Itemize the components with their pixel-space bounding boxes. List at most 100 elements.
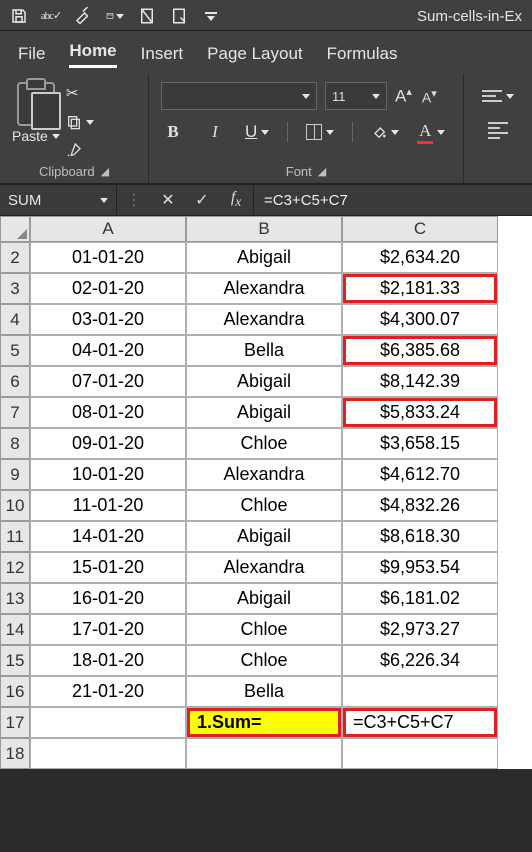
row-header[interactable]: 8 <box>0 428 30 459</box>
tab-home[interactable]: Home <box>69 41 116 68</box>
row-header[interactable]: 17 <box>0 707 30 738</box>
more-icon[interactable]: ⋮ <box>117 190 151 210</box>
format-painter-button[interactable] <box>66 142 94 158</box>
clear-format-icon[interactable] <box>74 7 92 25</box>
cell[interactable]: 08-01-20 <box>30 397 186 428</box>
cell[interactable]: 02-01-20 <box>30 273 186 304</box>
align-left-button[interactable] <box>476 118 520 142</box>
tab-file[interactable]: File <box>18 44 45 68</box>
row-header[interactable]: 10 <box>0 490 30 521</box>
column-header[interactable]: A <box>30 216 186 242</box>
row-header[interactable]: 2 <box>0 242 30 273</box>
cell[interactable]: $4,300.07 <box>342 304 498 335</box>
grow-font-button[interactable]: A▴ <box>395 85 412 107</box>
cell[interactable]: 03-01-20 <box>30 304 186 335</box>
row-header[interactable]: 18 <box>0 738 30 769</box>
row-header[interactable]: 4 <box>0 304 30 335</box>
row-header[interactable]: 7 <box>0 397 30 428</box>
row-header[interactable]: 16 <box>0 676 30 707</box>
cell[interactable]: 04-01-20 <box>30 335 186 366</box>
cell[interactable]: Bella <box>186 676 342 707</box>
row-header[interactable]: 3 <box>0 273 30 304</box>
cut-button[interactable]: ✂ <box>66 84 94 102</box>
select-all-corner[interactable] <box>0 216 30 242</box>
row-header[interactable]: 6 <box>0 366 30 397</box>
cell[interactable] <box>30 707 186 738</box>
cell[interactable] <box>30 738 186 769</box>
column-header[interactable]: C <box>342 216 498 242</box>
tab-insert[interactable]: Insert <box>141 44 184 68</box>
font-size-combo[interactable]: 11 <box>325 82 387 110</box>
cell[interactable]: 18-01-20 <box>30 645 186 676</box>
tab-page-layout[interactable]: Page Layout <box>207 44 302 68</box>
dialog-launcher-icon[interactable]: ◢ <box>318 165 326 178</box>
border-button[interactable] <box>306 120 334 144</box>
cell[interactable]: 21-01-20 <box>30 676 186 707</box>
formula-input[interactable]: =C3+C5+C7 <box>254 185 532 215</box>
copy-button[interactable] <box>66 114 94 130</box>
tab-formulas[interactable]: Formulas <box>327 44 398 68</box>
cell[interactable]: Chloe <box>186 645 342 676</box>
row-header[interactable]: 11 <box>0 521 30 552</box>
cell[interactable]: $8,142.39 <box>342 366 498 397</box>
cell[interactable]: 07-01-20 <box>30 366 186 397</box>
cell-sum-formula[interactable]: =C3+C5+C7 <box>342 707 498 738</box>
cell[interactable]: $3,658.15 <box>342 428 498 459</box>
cell[interactable] <box>342 738 498 769</box>
font-color-button[interactable]: A <box>417 120 445 144</box>
cell[interactable]: $2,634.20 <box>342 242 498 273</box>
row-header[interactable]: 9 <box>0 459 30 490</box>
cell[interactable]: $5,833.24 <box>342 397 498 428</box>
cell[interactable]: $6,181.02 <box>342 583 498 614</box>
cell[interactable]: 16-01-20 <box>30 583 186 614</box>
fill-color-button[interactable] <box>371 120 399 144</box>
shrink-font-button[interactable]: A▾ <box>422 87 437 106</box>
cell[interactable]: Chloe <box>186 614 342 645</box>
cell[interactable]: 11-01-20 <box>30 490 186 521</box>
qat-customize-icon[interactable] <box>202 7 220 25</box>
cell[interactable]: 01-01-20 <box>30 242 186 273</box>
accept-formula-button[interactable]: ✓ <box>185 190 219 210</box>
cell[interactable]: 15-01-20 <box>30 552 186 583</box>
cell[interactable]: Abigail <box>186 242 342 273</box>
cell[interactable]: 09-01-20 <box>30 428 186 459</box>
cell[interactable]: 10-01-20 <box>30 459 186 490</box>
open-icon[interactable] <box>106 7 124 25</box>
cell[interactable]: Bella <box>186 335 342 366</box>
cell[interactable] <box>342 676 498 707</box>
cell-sum-label[interactable]: 1.Sum= <box>186 707 342 738</box>
name-box[interactable]: SUM <box>0 185 117 215</box>
bold-button[interactable]: B <box>161 120 185 144</box>
column-header[interactable]: B <box>186 216 342 242</box>
cell[interactable]: Alexandra <box>186 552 342 583</box>
cell[interactable]: $4,612.70 <box>342 459 498 490</box>
cell[interactable]: Abigail <box>186 366 342 397</box>
cell[interactable]: $9,953.54 <box>342 552 498 583</box>
row-header[interactable]: 15 <box>0 645 30 676</box>
paste-button[interactable]: Paste <box>12 82 60 144</box>
cell[interactable]: Chloe <box>186 490 342 521</box>
cell[interactable]: $6,226.34 <box>342 645 498 676</box>
row-header[interactable]: 12 <box>0 552 30 583</box>
align-top-button[interactable] <box>476 84 520 108</box>
worksheet[interactable]: ABC201-01-20Abigail$2,634.20302-01-20Ale… <box>0 216 532 769</box>
cell[interactable]: Alexandra <box>186 273 342 304</box>
cell[interactable]: $2,973.27 <box>342 614 498 645</box>
cell[interactable]: Alexandra <box>186 304 342 335</box>
cell[interactable] <box>186 738 342 769</box>
insert-function-button[interactable]: fx <box>219 189 253 210</box>
cell[interactable]: 14-01-20 <box>30 521 186 552</box>
dialog-launcher-icon[interactable]: ◢ <box>101 165 109 178</box>
cell[interactable]: Abigail <box>186 521 342 552</box>
cell[interactable]: $4,832.26 <box>342 490 498 521</box>
cell[interactable]: Chloe <box>186 428 342 459</box>
save-icon[interactable] <box>10 7 28 25</box>
cell[interactable]: Abigail <box>186 583 342 614</box>
italic-button[interactable]: I <box>203 120 227 144</box>
dropdown-icon[interactable] <box>52 134 60 139</box>
row-header[interactable]: 5 <box>0 335 30 366</box>
cell[interactable]: Alexandra <box>186 459 342 490</box>
cancel-formula-button[interactable]: ✕ <box>151 190 185 210</box>
new-icon[interactable] <box>138 7 156 25</box>
underline-button[interactable]: U <box>245 120 269 144</box>
